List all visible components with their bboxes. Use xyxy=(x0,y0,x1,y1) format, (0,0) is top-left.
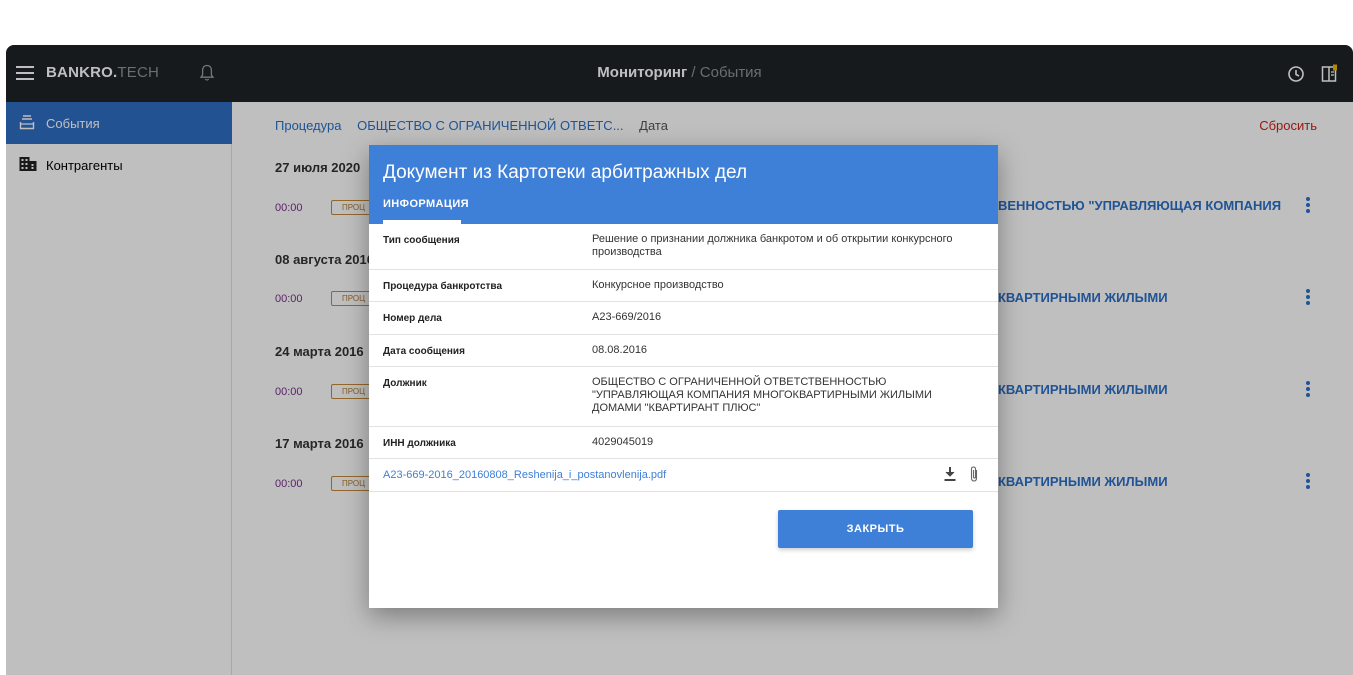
info-row-procedure: Процедура банкротства Конкурсное произво… xyxy=(369,270,998,302)
close-button[interactable]: ЗАКРЫТЬ xyxy=(778,510,973,548)
info-row-message-type: Тип сообщения Решение о признании должни… xyxy=(369,224,998,270)
tab-information[interactable]: ИНФОРМАЦИЯ xyxy=(383,198,469,210)
dialog-title: Документ из Картотеки арбитражных дел xyxy=(383,162,748,183)
app-window: BANKRO.TECH Мониторинг / События События… xyxy=(6,45,1353,675)
info-key: Тип сообщения xyxy=(383,235,460,246)
attachment-row: А23-669-2016_20160808_Reshenija_i_postan… xyxy=(369,459,998,492)
info-key: Процедура банкротства xyxy=(383,281,503,292)
info-key: Номер дела xyxy=(383,313,442,324)
info-value: Решение о признании должника банкротом и… xyxy=(592,233,953,258)
info-value: 08.08.2016 xyxy=(592,344,648,356)
info-key: Должник xyxy=(383,378,427,389)
paperclip-icon[interactable] xyxy=(967,465,981,483)
info-value: ОБЩЕСТВО С ОГРАНИЧЕННОЙ ОТВЕТСТВЕННОСТЬЮ… xyxy=(592,376,932,414)
info-row-inn: ИНН должника 4029045019 xyxy=(369,427,998,459)
download-icon[interactable] xyxy=(943,466,957,482)
attachment-link[interactable]: А23-669-2016_20160808_Reshenija_i_postan… xyxy=(383,469,666,481)
info-row-case-number: Номер дела А23-669/2016 xyxy=(369,302,998,335)
info-key: Дата сообщения xyxy=(383,346,465,357)
info-value: 4029045019 xyxy=(592,436,654,448)
info-value: А23-669/2016 xyxy=(592,311,662,323)
info-value: Конкурсное производство xyxy=(592,279,724,291)
dialog-header: Документ из Картотеки арбитражных дел ИН… xyxy=(369,145,998,224)
info-row-debtor: Должник ОБЩЕСТВО С ОГРАНИЧЕННОЙ ОТВЕТСТВ… xyxy=(369,367,998,427)
info-row-message-date: Дата сообщения 08.08.2016 xyxy=(369,335,998,367)
info-key: ИНН должника xyxy=(383,438,456,449)
document-dialog: Документ из Картотеки арбитражных дел ИН… xyxy=(369,145,998,608)
